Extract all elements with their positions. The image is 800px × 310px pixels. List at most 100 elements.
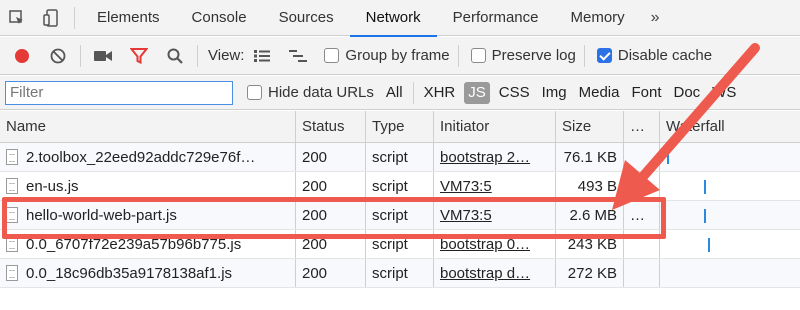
- filter-type-font[interactable]: Font: [625, 82, 667, 104]
- request-size: 272 KB: [567, 264, 617, 282]
- column-header-type[interactable]: Type: [366, 111, 434, 142]
- table-header: Name Status Type Initiator Size … Waterf…: [0, 111, 800, 143]
- request-size-cell: 76.1 KB: [556, 143, 624, 171]
- request-initiator-link[interactable]: bootstrap d…: [440, 265, 530, 282]
- record-button[interactable]: [4, 37, 40, 75]
- file-icon: [6, 149, 18, 165]
- file-icon: [6, 265, 18, 281]
- filter-type-all[interactable]: All: [380, 82, 409, 104]
- filter-type-doc[interactable]: Doc: [667, 82, 706, 104]
- tab-elements[interactable]: Elements: [81, 0, 176, 36]
- devtools-tab-bar: Elements Console Sources Network Perform…: [0, 0, 800, 37]
- request-status: 200: [296, 143, 366, 171]
- request-size-cell: 493 B: [556, 172, 624, 200]
- more-tabs-button[interactable]: »: [641, 0, 670, 36]
- network-toolbar: View: Group by frame Preserve log Disabl…: [0, 37, 800, 75]
- request-type: script: [366, 172, 434, 200]
- request-name: en-us.js: [26, 177, 79, 195]
- search-button[interactable]: [157, 37, 193, 75]
- disable-cache-checkbox[interactable]: [596, 48, 612, 63]
- request-name-cell: en-us.js: [0, 172, 296, 200]
- filter-type-js[interactable]: JS: [464, 81, 490, 104]
- waterfall-bar: [704, 209, 706, 223]
- tab-network[interactable]: Network: [349, 0, 437, 37]
- request-name-cell: 0.0_18c96db35a9178138af1.js: [0, 259, 296, 287]
- disable-cache-label: Disable cache: [617, 47, 713, 64]
- filter-input[interactable]: [5, 80, 233, 105]
- device-toolbar-icon[interactable]: [34, 0, 68, 36]
- filter-type-img[interactable]: Img: [536, 82, 573, 104]
- request-waterfall: [660, 201, 800, 229]
- request-type: script: [366, 230, 434, 258]
- request-name-cell: 2.toolbox_22eed92addc729e76f…: [0, 143, 296, 171]
- tab-sources[interactable]: Sources: [263, 0, 350, 36]
- request-initiator-link[interactable]: VM73:5: [440, 178, 492, 195]
- tab-memory[interactable]: Memory: [555, 0, 641, 36]
- preserve-log-label: Preserve log: [491, 47, 576, 64]
- capture-screenshots-button[interactable]: [85, 37, 121, 75]
- request-initiator-cell: bootstrap d…: [434, 259, 556, 287]
- request-name-cell: hello-world-web-part.js: [0, 201, 296, 229]
- column-header-more[interactable]: …: [624, 111, 660, 142]
- filter-toggle-button[interactable]: [121, 37, 157, 75]
- table-row[interactable]: 0.0_18c96db35a9178138af1.js 200 script boot…: [0, 259, 800, 288]
- request-status: 200: [296, 259, 366, 287]
- tab-console[interactable]: Console: [176, 0, 263, 36]
- file-icon: [6, 236, 18, 252]
- request-more: [624, 172, 660, 200]
- large-rows-button[interactable]: [244, 37, 280, 75]
- hide-data-urls-option[interactable]: Hide data URLs: [239, 76, 374, 110]
- hide-data-urls-checkbox[interactable]: [247, 85, 262, 100]
- table-row[interactable]: hello-world-web-part.js 200 script VM73:5 2.…: [0, 201, 800, 230]
- filter-type-ws[interactable]: WS: [706, 82, 742, 104]
- waterfall-bar: [704, 180, 706, 194]
- group-by-frame-checkbox[interactable]: [324, 48, 340, 63]
- preserve-log-checkbox[interactable]: [470, 48, 486, 63]
- search-icon: [167, 48, 183, 64]
- table-row[interactable]: en-us.js 200 script VM73:5 493 B: [0, 172, 800, 201]
- request-waterfall: [660, 172, 800, 200]
- separator: [197, 44, 198, 67]
- filter-type-media[interactable]: Media: [573, 82, 626, 104]
- file-icon: [6, 178, 18, 194]
- request-more: …: [624, 201, 660, 229]
- request-initiator-cell: VM73:5: [434, 172, 556, 200]
- request-initiator-link[interactable]: VM73:5: [440, 207, 492, 224]
- request-waterfall: [660, 230, 800, 258]
- request-waterfall: [660, 259, 800, 287]
- separator: [74, 6, 75, 29]
- separator: [457, 44, 459, 67]
- request-size: 493 B: [577, 177, 617, 195]
- request-size: 76.1 KB: [563, 148, 617, 166]
- column-header-name[interactable]: Name: [0, 111, 296, 142]
- column-header-size[interactable]: Size: [556, 111, 624, 142]
- waterfall-bar: [667, 150, 669, 164]
- preserve-log-option[interactable]: Preserve log: [463, 37, 576, 75]
- request-initiator-link[interactable]: bootstrap 0…: [440, 236, 530, 253]
- filter-type-css[interactable]: CSS: [493, 82, 536, 104]
- filter-type-xhr[interactable]: XHR: [418, 82, 462, 104]
- separator: [412, 81, 414, 104]
- request-status: 200: [296, 172, 366, 200]
- request-status: 200: [296, 230, 366, 258]
- network-requests-table: Name Status Type Initiator Size … Waterf…: [0, 111, 800, 288]
- video-camera-icon: [94, 50, 112, 61]
- request-name: 0.0_18c96db35a9178138af1.js: [26, 264, 233, 282]
- overview-button[interactable]: [280, 37, 316, 75]
- request-initiator-link[interactable]: bootstrap 2…: [440, 149, 530, 166]
- table-body: 2.toolbox_22eed92addc729e76f… 200 script bo…: [0, 143, 800, 288]
- column-header-waterfall[interactable]: Waterfall: [660, 111, 800, 142]
- disable-cache-option[interactable]: Disable cache: [589, 37, 712, 75]
- group-by-frame-option[interactable]: Group by frame: [316, 37, 450, 75]
- table-row[interactable]: 2.toolbox_22eed92addc729e76f… 200 script bo…: [0, 143, 800, 172]
- column-header-status[interactable]: Status: [296, 111, 366, 142]
- inspect-element-icon[interactable]: [0, 0, 34, 36]
- column-header-initiator[interactable]: Initiator: [434, 111, 556, 142]
- table-row[interactable]: 0.0_6707f72e239a57b96b775.js 200 script boo…: [0, 230, 800, 259]
- request-initiator-cell: bootstrap 0…: [434, 230, 556, 258]
- clear-button[interactable]: [40, 37, 76, 75]
- request-name: 2.toolbox_22eed92addc729e76f…: [26, 148, 256, 166]
- tab-performance[interactable]: Performance: [437, 0, 555, 36]
- separator: [583, 44, 585, 67]
- request-size-cell: 2.6 MB: [556, 201, 624, 229]
